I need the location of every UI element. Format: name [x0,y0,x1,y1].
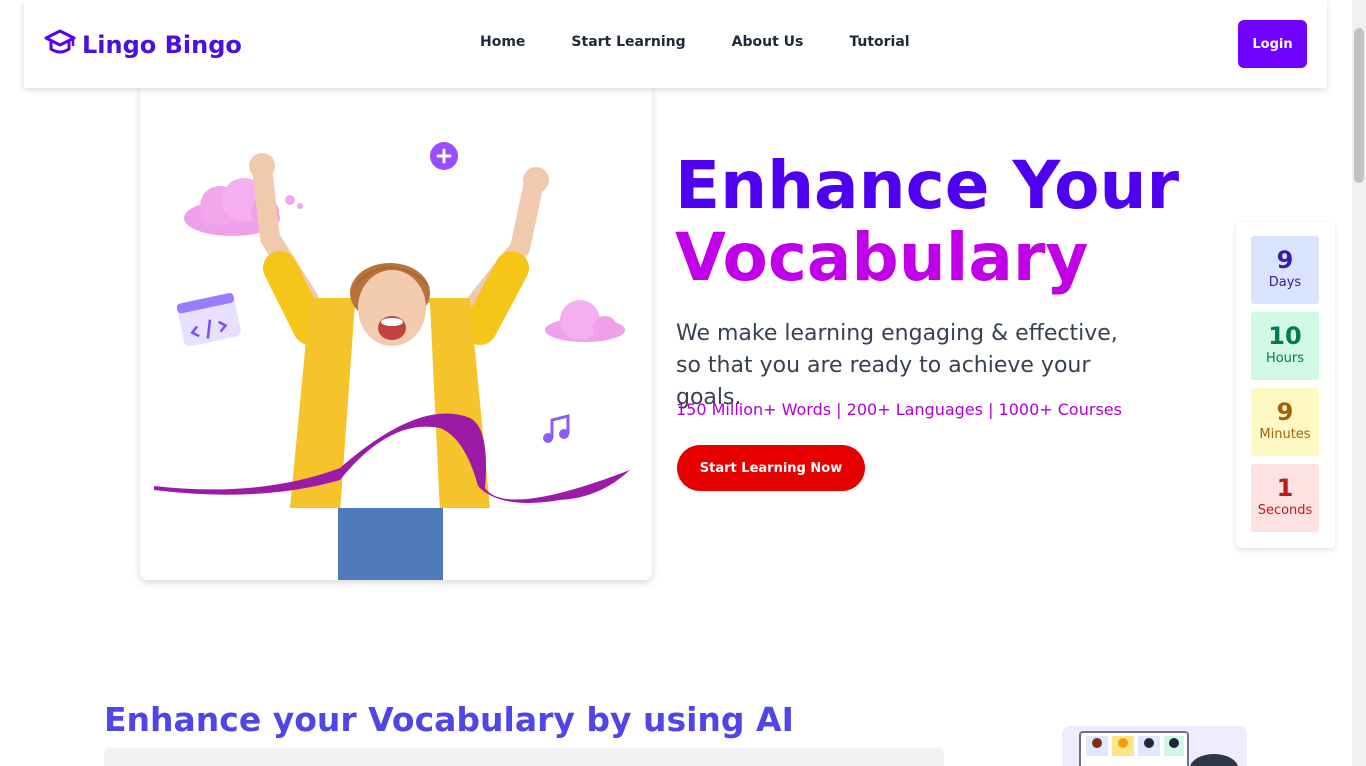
countdown-minutes: 9 Minutes [1251,388,1319,456]
nav-link-start-learning[interactable]: Start Learning [571,34,685,50]
music-note-icon [543,414,570,443]
hero-title-line1: Enhance Your [675,147,1180,224]
graduation-cap-icon [44,28,76,62]
countdown-hours-label: Hours [1265,351,1305,366]
ai-section-panel [104,748,944,766]
start-learning-now-button[interactable]: Start Learning Now [677,445,865,491]
nav-link-home[interactable]: Home [480,34,525,50]
cloud-right-icon [545,300,625,342]
brand-name: Lingo Bingo [82,31,242,59]
plus-badge-icon [430,142,458,170]
nav-link-tutorial[interactable]: Tutorial [849,34,909,50]
login-button[interactable]: Login [1238,20,1307,68]
countdown-days: 9 Days [1251,236,1319,304]
countdown-minutes-label: Minutes [1259,427,1311,442]
countdown-days-value: 9 [1276,246,1294,274]
hero-image-card [140,88,652,580]
countdown-seconds-label: Seconds [1257,503,1313,518]
countdown-panel: 9 Days 10 Hours 9 Minutes 1 Seconds [1236,222,1335,548]
ai-section-title: Enhance your Vocabulary by using AI [104,700,794,739]
countdown-days-label: Days [1268,275,1302,290]
page-scrollbar[interactable] [1352,0,1366,766]
brand-logo[interactable]: Lingo Bingo [44,28,242,62]
countdown-seconds-value: 1 [1276,474,1294,502]
countdown-hours: 10 Hours [1251,312,1319,380]
countdown-seconds: 1 Seconds [1251,464,1319,532]
hero-stats: 150 Million+ Words | 200+ Languages | 10… [676,400,1122,419]
video-call-illustration [1062,726,1247,766]
code-window-icon [176,292,241,347]
navbar: Lingo Bingo Home Start Learning About Us… [24,0,1327,88]
hero-subtitle-line1: We make learning engaging & effective, [676,321,1118,346]
nav-link-about-us[interactable]: About Us [732,34,804,50]
cloud-left-icon [184,178,303,236]
hero-title: Enhance Your Vocabulary [675,150,1179,294]
hero-title-line2: Vocabulary [675,219,1089,296]
countdown-hours-value: 10 [1268,322,1302,350]
countdown-minutes-value: 9 [1276,398,1294,426]
page-scrollbar-thumb[interactable] [1354,28,1364,183]
main-nav: Home Start Learning About Us Tutorial [480,34,910,50]
hero-illustration [154,142,630,580]
